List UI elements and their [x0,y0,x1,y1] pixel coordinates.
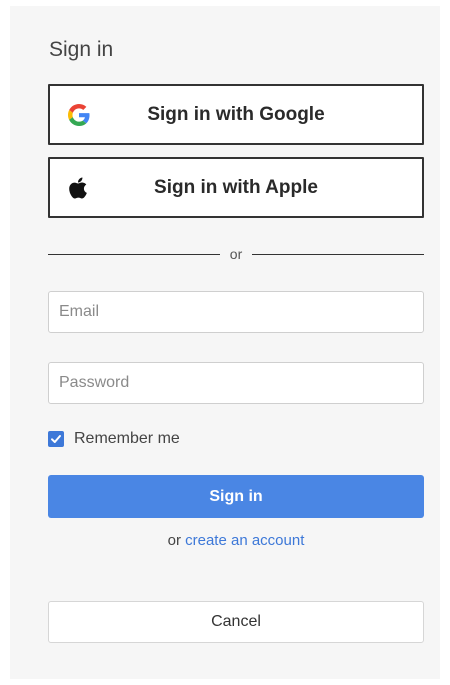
sign-in-button[interactable]: Sign in [48,475,424,518]
google-button-label: Sign in with Google [147,103,325,125]
checkmark-icon [51,435,61,443]
divider-line-right [252,253,425,255]
apple-icon [68,176,88,200]
remember-me-row: Remember me [48,430,180,448]
cancel-button[interactable]: Cancel [48,601,424,643]
password-field[interactable] [48,362,424,404]
google-sign-in-button[interactable]: Sign in with Google [48,84,424,145]
or-divider: or [48,244,425,264]
google-icon [68,103,90,126]
create-account-link[interactable]: create an account [185,532,304,549]
apple-sign-in-button[interactable]: Sign in with Apple [48,157,424,218]
divider-text: or [229,246,243,262]
create-account-prefix: or [167,532,181,549]
create-account-line: or create an account [48,532,424,549]
email-field[interactable] [48,291,424,333]
apple-button-label: Sign in with Apple [154,176,318,198]
page-title: Sign in [49,38,114,61]
divider-line-left [48,253,220,255]
remember-me-checkbox[interactable] [48,431,64,447]
remember-me-label[interactable]: Remember me [74,430,180,448]
